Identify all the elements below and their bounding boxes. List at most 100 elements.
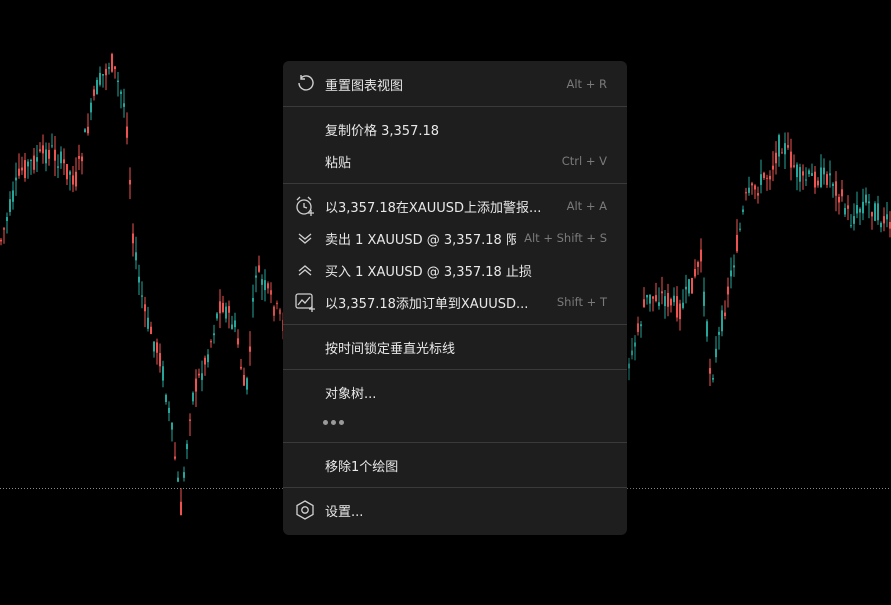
candle-body [261,279,263,285]
candle-body [3,228,5,230]
add-alert-item[interactable]: 以3,357.18在XAUUSD上添加警报... Alt + A [283,190,627,222]
candle-body [865,194,867,203]
candle-body [99,72,101,85]
candle-body [192,392,194,402]
candle-body [874,203,876,221]
paste-label: 粘贴 [325,155,352,171]
candle-body [715,348,717,358]
candle-body [273,306,275,316]
add-order-label: 以3,357.18添加订单到XAUUSD... [325,296,529,312]
object-tree-item[interactable]: 对象树... [283,376,627,408]
candle-body [33,155,35,170]
candle-body [177,477,179,482]
separator [283,369,627,370]
reset-chart-view-label: 重置图表视图 [325,78,404,94]
candle-body [42,145,44,154]
candle-body [45,149,47,164]
candle-body [847,205,849,209]
candle-body [30,160,32,162]
context-menu: 重置图表视图 Alt + R 复制价格 3,357.18 粘贴 Ctrl + V… [283,61,627,535]
candle-body [57,166,59,168]
candle-body [673,295,675,303]
lock-vertical-cursor-item[interactable]: 按时间锁定垂直光标线 [283,331,627,363]
candle-body [826,174,828,185]
candle-body [174,456,176,459]
candle-body [69,171,71,175]
separator [283,324,627,325]
order-add-icon [294,291,316,313]
candle-body [153,341,155,352]
reset-chart-view-item[interactable]: 重置图表视图 Alt + R [283,68,627,100]
candle-body [108,67,110,69]
candle-body [237,338,239,345]
alarm-add-icon [294,195,316,217]
add-alert-label: 以3,357.18在XAUUSD上添加警报... [325,200,542,216]
candle-body [96,80,98,95]
chevron-up-icon [294,259,316,281]
candle-body [772,165,774,170]
candle-body [138,276,140,283]
candle-body [805,179,807,181]
more-items-button[interactable] [283,408,627,436]
candle-body [832,183,834,187]
candle-body [784,143,786,155]
candle-body [51,145,53,147]
candle-body [48,149,50,159]
candle-body [258,265,260,272]
separator [283,487,627,488]
sell-limit-item[interactable]: 卖出 1 XAUUSD @ 3,357.18 限价 Alt + Shift + … [283,222,627,254]
candle-body [757,193,759,196]
candle-body [60,151,62,164]
candle-body [156,342,158,353]
candle-body [216,313,218,319]
copy-price-item[interactable]: 复制价格 3,357.18 [283,113,627,145]
chevron-down-icon [294,227,316,249]
candle-body [18,168,20,176]
candle-body [111,54,113,72]
candle-body [886,214,888,220]
candle-body [114,66,116,70]
candle-body [649,294,651,304]
candle-body [781,152,783,154]
candle-body [823,167,825,175]
candle-body [81,156,83,162]
candle-body [664,296,666,307]
candle-body [135,252,137,261]
more-dot [331,419,336,425]
candle-body [102,74,104,76]
lock-vertical-cursor-label: 按时间锁定垂直光标线 [325,341,456,357]
candle-body [694,268,696,277]
candle-body [655,295,657,302]
object-tree-label: 对象树... [325,386,377,402]
sell-limit-label: 卖出 1 XAUUSD @ 3,357.18 限价 [325,232,517,248]
candle-body [730,270,732,277]
paste-item[interactable]: 粘贴 Ctrl + V [283,145,627,177]
candle-body [880,222,882,228]
candle-body [709,368,711,374]
candle-body [222,302,224,313]
buy-stop-item[interactable]: 买入 1 XAUUSD @ 3,357.18 止损 [283,254,627,286]
candle-body [751,183,753,186]
settings-item[interactable]: 设置... [283,494,627,526]
candle-body [147,317,149,329]
candle-body [712,377,714,380]
candle-body [685,286,687,290]
add-order-shortcut: Shift + T [556,295,607,309]
candle-body [835,181,837,196]
candle-body [802,171,804,176]
candle-body [210,341,212,343]
candle-body [697,262,699,267]
candle-body [808,170,810,175]
candle-body [78,156,80,159]
candle-body [150,326,152,334]
candle-body [667,292,669,307]
candle-body [631,350,633,356]
add-order-item[interactable]: 以3,357.18添加订单到XAUUSD... Shift + T [283,286,627,318]
candle-body [249,346,251,352]
candle-body [670,299,672,306]
candle-body [754,185,756,190]
remove-drawing-item[interactable]: 移除1个绘图 [283,449,627,481]
candle-body [790,151,792,168]
candle-body [706,321,708,337]
candle-body [204,357,206,365]
